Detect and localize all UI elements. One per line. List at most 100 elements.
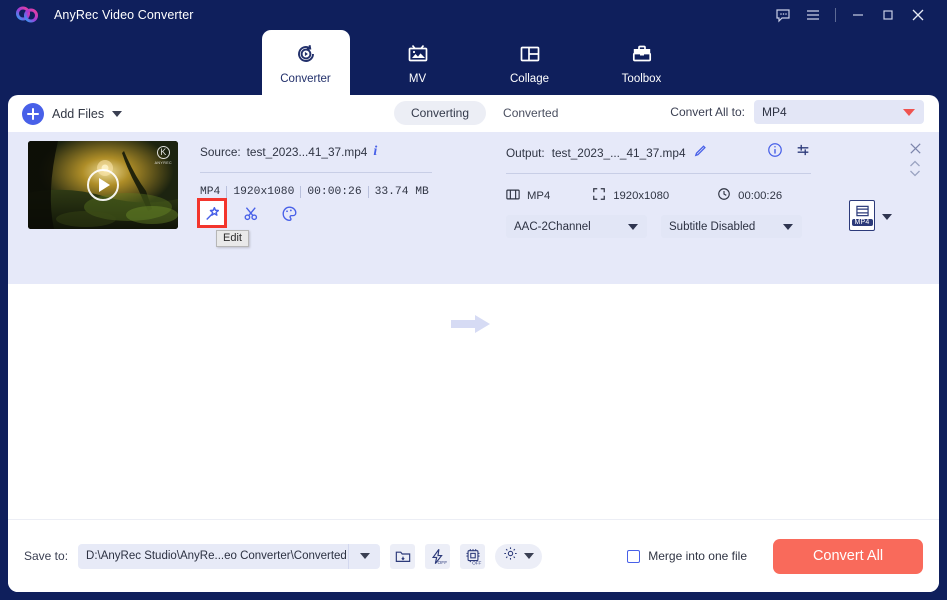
feedback-icon[interactable] [768,0,798,30]
chevron-down-icon [783,223,793,230]
convert-all-to-label: Convert All to: [670,105,745,119]
tab-converted[interactable]: Converted [486,101,575,125]
chevron-down-icon [628,223,638,230]
tab-converter[interactable]: Converter [261,30,350,96]
output-filename: test_2023_..._41_37.mp4 [551,145,686,160]
title-bar: AnyRec Video Converter [0,0,947,30]
film-icon [506,188,520,204]
info-icon[interactable]: i [373,144,377,160]
output-resolution: 1920x1080 [613,189,670,202]
tab-toolbox[interactable]: Toolbox [598,30,686,95]
convert-all-button[interactable]: Convert All [773,538,923,574]
mv-icon [406,41,430,67]
plus-circle-icon [22,102,44,125]
toolbox-icon [630,41,654,67]
tab-mv[interactable]: MV [374,30,462,95]
source-line: Source: test_2023...41_37.mp4 i [200,144,432,160]
tab-collage-label: Collage [510,72,549,85]
source-duration: 00:00:26 [300,186,362,198]
play-icon[interactable] [87,169,119,201]
maximize-icon[interactable] [873,0,903,30]
content-toolbar: Add Files Converting Converted Convert A… [8,95,939,132]
source-filesize: 33.74 MB [367,186,429,198]
output-column: Output: test_2023_..._41_37.mp4 MP4 1920… [506,142,811,238]
main-nav: Converter MV Collage Toolbox [0,30,947,96]
info-circle-icon[interactable] [767,142,783,161]
chevron-down-icon [359,553,370,559]
convert-all-to-select[interactable]: MP4 [754,100,924,124]
output-line: Output: test_2023_..._41_37.mp4 [506,142,811,161]
save-to-path-value: D:\AnyRec Studio\AnyRe...eo Converter\Co… [86,550,347,562]
reorder-updown-icon[interactable] [909,160,921,177]
source-prefix: Source: [200,145,241,159]
close-icon[interactable] [903,0,933,30]
tab-toolbox-label: Toolbox [621,72,662,85]
file-row: K ANYREC Source: test_2023...41_37.mp4 i… [8,132,939,333]
edit-tools [197,198,300,228]
divider [835,8,836,22]
audio-track-value: AAC-2Channel [514,220,591,233]
output-meta: MP4 1920x1080 00:00:26 [506,187,811,204]
hardware-accel-off-icon[interactable]: OFF [425,543,451,569]
trim-scissors-icon[interactable] [240,202,262,224]
divider [200,172,432,173]
tab-converting[interactable]: Converting [394,101,487,125]
merge-into-one-file-checkbox[interactable]: Merge into one file [627,549,747,563]
subtitle-value: Subtitle Disabled [669,220,756,233]
chevron-down-icon[interactable] [112,110,123,117]
edit-magic-wand-icon[interactable] [197,198,227,228]
save-to-label: Save to: [24,549,69,563]
source-column: Source: test_2023...41_37.mp4 i MP4 1920… [197,144,432,247]
expand-icon [592,187,606,204]
convert-all-to-value: MP4 [762,105,787,119]
format-dropdown-caret-icon[interactable] [882,214,892,220]
checkbox-icon [627,549,641,563]
sliders-icon[interactable] [795,142,811,161]
window-controls [768,0,933,30]
output-duration: 00:00:26 [738,189,783,202]
source-resolution: 1920x1080 [226,186,294,198]
tab-mv-label: MV [408,72,427,85]
output-actions [767,142,811,161]
gear-icon [503,546,518,566]
status-tabs: Converting Converted [394,101,575,125]
settings-gear-button[interactable] [495,543,543,569]
output-format-group: MP4 [506,188,550,204]
divider [506,173,811,174]
menu-icon[interactable] [798,0,828,30]
clock-icon [717,187,731,204]
tab-converter-label: Converter [280,72,331,85]
convert-all-to-group: Convert All to: MP4 [670,100,924,124]
chevron-down-icon [903,108,915,116]
merge-label: Merge into one file [648,549,747,563]
tab-collage[interactable]: Collage [486,30,574,95]
main-panel: Add Files Converting Converted Convert A… [8,95,939,592]
source-filename: test_2023...41_37.mp4 [246,145,368,159]
save-to-dropdown[interactable] [348,543,381,569]
app-title: AnyRec Video Converter [54,8,194,22]
output-selects: AAC-2Channel Subtitle Disabled [506,215,811,238]
mp4-file-icon[interactable]: MP4 [849,200,875,231]
add-files-label: Add Files [52,106,105,121]
output-duration-group: 00:00:26 [717,187,782,204]
right-arrow-icon [451,314,491,339]
minimize-icon[interactable] [843,0,873,30]
audio-track-select[interactable]: AAC-2Channel [506,215,647,238]
save-to-path-input[interactable]: D:\AnyRec Studio\AnyRe...eo Converter\Co… [78,543,349,569]
video-thumbnail[interactable]: K ANYREC [28,141,178,229]
edit-tooltip: Edit [216,230,249,247]
output-resolution-group: 1920x1080 [592,187,669,204]
subtitle-select[interactable]: Subtitle Disabled [661,215,802,238]
collage-icon [518,41,542,67]
open-folder-icon[interactable] [390,543,416,569]
gpu-off-icon[interactable]: OFF [460,543,486,569]
source-meta: MP4 1920x1080 00:00:26 33.74 MB [200,186,432,198]
output-format: MP4 [527,189,551,202]
add-files-button[interactable]: Add Files [22,102,123,125]
effect-palette-icon[interactable] [278,202,300,224]
remove-file-icon[interactable] [908,141,923,161]
svg-text:OFF: OFF [437,560,446,565]
pencil-icon[interactable] [693,144,707,161]
converter-icon [294,41,318,67]
watermark: K ANYREC [154,146,172,165]
